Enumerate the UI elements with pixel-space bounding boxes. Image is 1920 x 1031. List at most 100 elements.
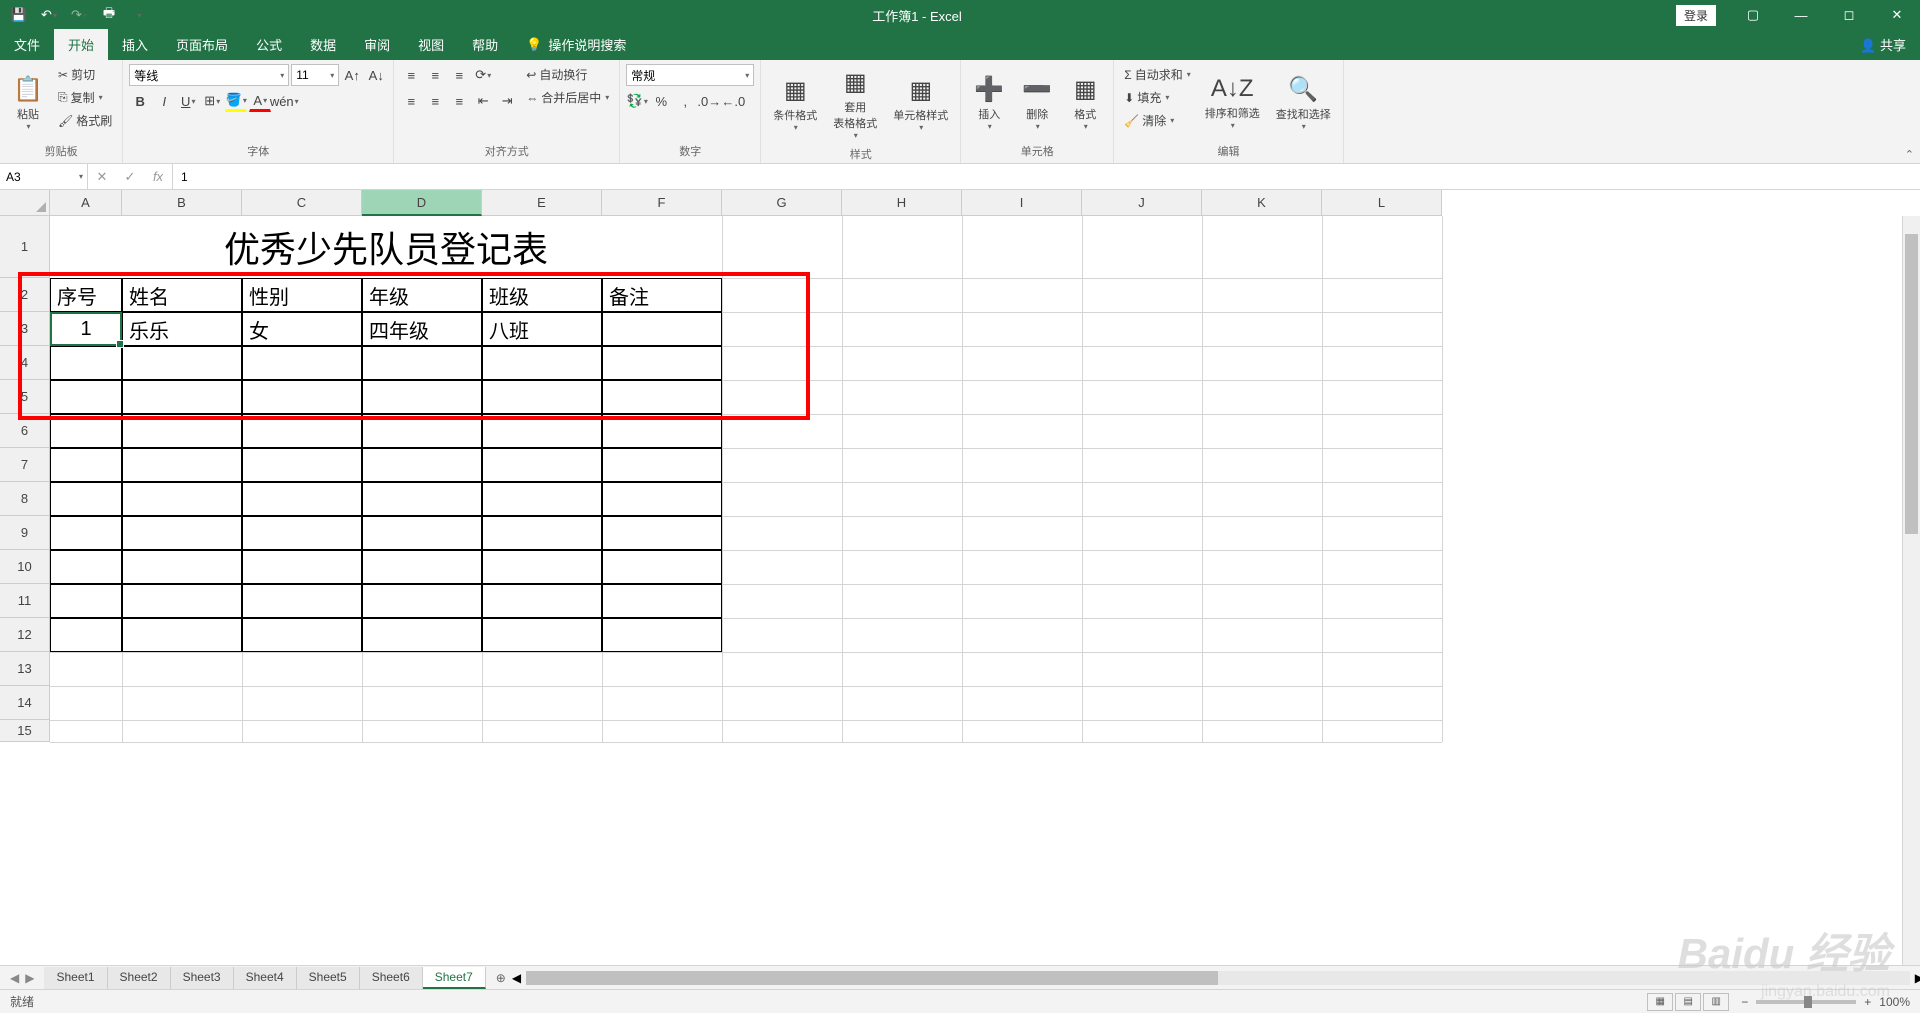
row-header-8[interactable]: 8: [0, 482, 50, 516]
comma-icon[interactable]: ,: [674, 90, 696, 112]
cell[interactable]: [362, 380, 482, 414]
align-right-icon[interactable]: ≡: [448, 90, 470, 112]
tab-pagelayout[interactable]: 页面布局: [162, 29, 242, 60]
align-top-icon[interactable]: ≡: [400, 64, 422, 86]
bold-icon[interactable]: B: [129, 90, 151, 112]
cut-button[interactable]: ✂剪切: [54, 64, 116, 85]
cell[interactable]: [122, 414, 242, 448]
formula-input[interactable]: 1: [173, 164, 1920, 189]
cell[interactable]: 序号: [50, 278, 122, 312]
cell[interactable]: [122, 550, 242, 584]
tab-review[interactable]: 审阅: [350, 29, 404, 60]
enter-formula-icon[interactable]: ✓: [116, 169, 144, 185]
paste-button[interactable]: 📋 粘贴 ▾: [6, 64, 50, 141]
cell[interactable]: [482, 414, 602, 448]
insert-cells-button[interactable]: ➕插入▾: [967, 64, 1011, 141]
cell[interactable]: [602, 414, 722, 448]
cell[interactable]: [122, 618, 242, 652]
cell[interactable]: [242, 516, 362, 550]
accounting-icon[interactable]: 💱▾: [626, 90, 648, 112]
zoom-level[interactable]: 100%: [1879, 995, 1910, 1009]
cell[interactable]: [362, 482, 482, 516]
col-header-B[interactable]: B: [122, 190, 242, 216]
cell[interactable]: [602, 380, 722, 414]
copy-button[interactable]: ⎘复制▾: [54, 87, 116, 108]
increase-decimal-icon[interactable]: .0→: [698, 90, 720, 112]
align-bottom-icon[interactable]: ≡: [448, 64, 470, 86]
save-icon[interactable]: 💾: [8, 4, 30, 26]
number-format-combo[interactable]: 常规▾: [626, 64, 754, 86]
cell[interactable]: 备注: [602, 278, 722, 312]
align-center-icon[interactable]: ≡: [424, 90, 446, 112]
cell[interactable]: [122, 346, 242, 380]
percent-icon[interactable]: %: [650, 90, 672, 112]
cell[interactable]: [242, 482, 362, 516]
redo-icon[interactable]: ↷▾: [68, 4, 90, 26]
col-header-G[interactable]: G: [722, 190, 842, 216]
cell[interactable]: [122, 516, 242, 550]
font-color-icon[interactable]: A▾: [249, 90, 271, 112]
tab-data[interactable]: 数据: [296, 29, 350, 60]
row-header-12[interactable]: 12: [0, 618, 50, 652]
cell[interactable]: [242, 380, 362, 414]
cell[interactable]: [602, 618, 722, 652]
cell[interactable]: [50, 346, 122, 380]
fx-icon[interactable]: fx: [144, 169, 172, 184]
cell[interactable]: [602, 516, 722, 550]
col-header-F[interactable]: F: [602, 190, 722, 216]
cell[interactable]: [482, 482, 602, 516]
ribbon-display-icon[interactable]: ▢: [1730, 0, 1776, 30]
quickprint-icon[interactable]: 🖶: [98, 4, 120, 26]
tab-view[interactable]: 视图: [404, 29, 458, 60]
cell[interactable]: 女: [242, 312, 362, 346]
merge-center-button[interactable]: ⇔合并后居中▾: [522, 87, 613, 108]
tab-help[interactable]: 帮助: [458, 29, 512, 60]
font-name-combo[interactable]: 等线▾: [129, 64, 289, 86]
cell[interactable]: [482, 550, 602, 584]
cell[interactable]: [602, 312, 722, 346]
tab-formulas[interactable]: 公式: [242, 29, 296, 60]
cancel-formula-icon[interactable]: ✕: [88, 169, 116, 185]
find-select-button[interactable]: 🔍查找和选择▾: [1270, 64, 1337, 141]
cell[interactable]: [482, 448, 602, 482]
cell[interactable]: [242, 584, 362, 618]
tab-file[interactable]: 文件: [0, 29, 54, 60]
cell[interactable]: 四年级: [362, 312, 482, 346]
sheet-tab-Sheet3[interactable]: Sheet3: [171, 967, 234, 989]
row-header-7[interactable]: 7: [0, 448, 50, 482]
col-header-J[interactable]: J: [1082, 190, 1202, 216]
zoom-slider[interactable]: [1756, 1000, 1856, 1004]
cell-styles-button[interactable]: ▦单元格样式▾: [887, 64, 954, 144]
format-table-button[interactable]: ▦套用 表格格式▾: [827, 64, 883, 144]
cell[interactable]: [602, 482, 722, 516]
horizontal-scrollbar[interactable]: ◀ ▶: [526, 971, 1910, 985]
row-header-11[interactable]: 11: [0, 584, 50, 618]
col-header-E[interactable]: E: [482, 190, 602, 216]
increase-font-icon[interactable]: A↑: [341, 64, 363, 86]
format-cells-button[interactable]: ▦格式▾: [1063, 64, 1107, 141]
sheet-tab-Sheet5[interactable]: Sheet5: [297, 967, 360, 989]
cell[interactable]: [50, 482, 122, 516]
cell[interactable]: [482, 346, 602, 380]
sheet-tab-Sheet2[interactable]: Sheet2: [108, 967, 171, 989]
align-left-icon[interactable]: ≡: [400, 90, 422, 112]
fill-color-icon[interactable]: 🪣▾: [225, 90, 247, 112]
cell[interactable]: 优秀少先队员登记表: [50, 216, 722, 278]
close-icon[interactable]: ✕: [1874, 0, 1920, 30]
sheet-tab-Sheet7[interactable]: Sheet7: [423, 967, 486, 989]
cell[interactable]: [362, 516, 482, 550]
cell[interactable]: [482, 380, 602, 414]
cell[interactable]: [122, 584, 242, 618]
cell[interactable]: [362, 448, 482, 482]
row-header-5[interactable]: 5: [0, 380, 50, 414]
cell[interactable]: 乐乐: [122, 312, 242, 346]
sheet-tab-Sheet6[interactable]: Sheet6: [360, 967, 423, 989]
tell-me-search[interactable]: 💡 操作说明搜索: [512, 29, 640, 60]
cell[interactable]: [242, 618, 362, 652]
row-header-15[interactable]: 15: [0, 720, 50, 742]
row-header-2[interactable]: 2: [0, 278, 50, 312]
orientation-icon[interactable]: ⟳▾: [472, 64, 494, 86]
tab-insert[interactable]: 插入: [108, 29, 162, 60]
select-all-button[interactable]: [0, 190, 50, 216]
sheet-tab-Sheet4[interactable]: Sheet4: [234, 967, 297, 989]
